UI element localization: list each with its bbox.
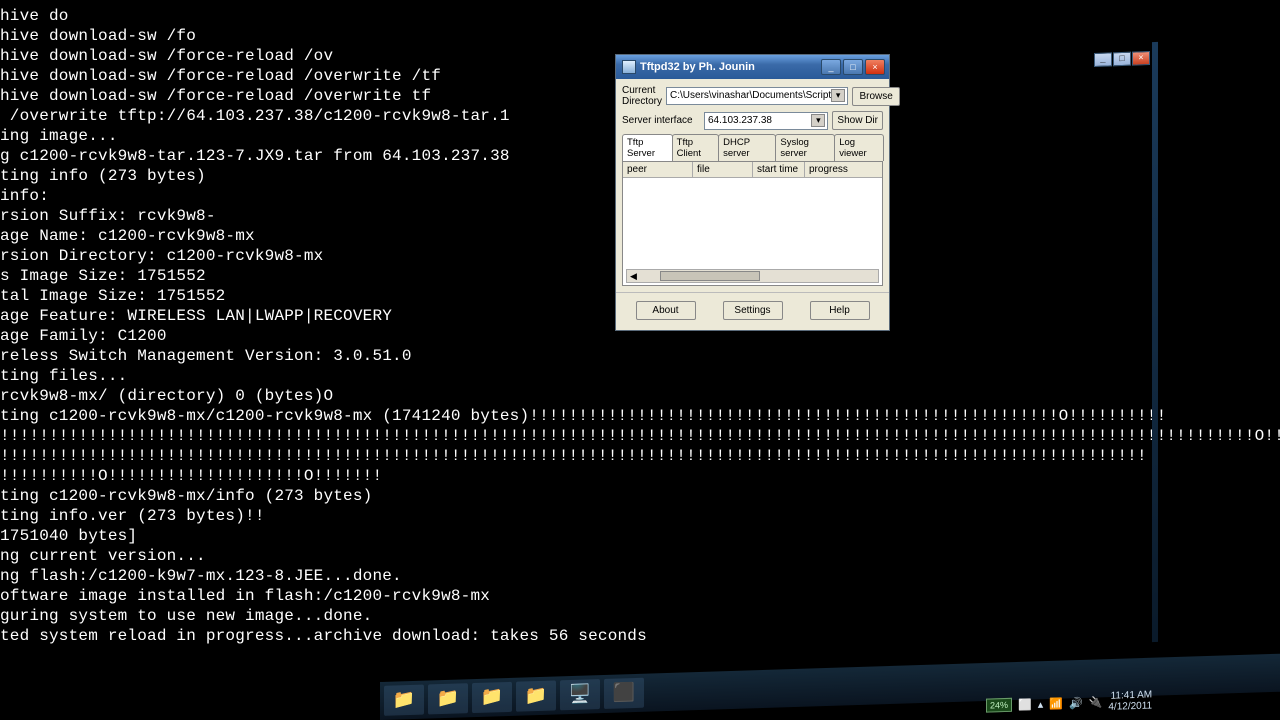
close-button[interactable]: ×: [865, 59, 885, 75]
terminal-line: reless Switch Management Version: 3.0.51…: [0, 346, 1280, 366]
minimize-button[interactable]: _: [821, 59, 841, 75]
tab-tftp-client[interactable]: Tftp Client: [672, 134, 719, 161]
terminal-line: rcvk9w8-mx/ (directory) 0 (bytes)O: [0, 386, 1280, 406]
current-directory-label: Current Directory: [622, 85, 662, 107]
tab-dhcp-server[interactable]: DHCP server: [718, 134, 776, 161]
tray-chevron-icon[interactable]: ▴: [1038, 697, 1044, 710]
clock[interactable]: 11:41 AM 4/12/2011: [1108, 689, 1152, 712]
column-headers: peer file start time progress: [623, 162, 882, 178]
network-icon[interactable]: 📶: [1049, 697, 1063, 710]
col-peer[interactable]: peer: [623, 162, 693, 177]
terminal-line: ting c1200-rcvk9w8-mx/c1200-rcvk9w8-mx (…: [0, 406, 1280, 426]
tftpd32-dialog: Tftpd32 by Ph. Jounin _ □ × Current Dire…: [615, 54, 890, 331]
terminal-line: !!!!!!!!!!!!!!!!!!!!!!!!!!!!!!!!!!!!!!!!…: [0, 426, 1280, 446]
cmd-window-controls: _ □ ×: [1094, 51, 1150, 67]
app-icon: [622, 60, 636, 74]
monitor-edge: [1152, 42, 1158, 642]
horizontal-scrollbar[interactable]: ◀: [626, 269, 879, 283]
volume-icon[interactable]: 🔊: [1069, 696, 1083, 709]
terminal-line: hive do: [0, 6, 1280, 26]
tab-syslog-server[interactable]: Syslog server: [775, 134, 835, 161]
tab-log-viewer[interactable]: Log viewer: [834, 134, 884, 161]
power-icon[interactable]: 🔌: [1089, 695, 1103, 708]
about-button[interactable]: About: [636, 301, 696, 320]
taskbar-icon-folder-2[interactable]: 📁: [472, 682, 512, 713]
terminal-line: ting c1200-rcvk9w8-mx/info (273 bytes): [0, 486, 1280, 506]
maximize-button[interactable]: □: [843, 59, 863, 75]
dialog-titlebar[interactable]: Tftpd32 by Ph. Jounin _ □ ×: [616, 55, 889, 79]
taskbar-icon-tftpd[interactable]: ⬛: [604, 678, 644, 709]
tray-icon[interactable]: ⬜: [1018, 698, 1032, 711]
terminal-line: ng flash:/c1200-k9w7-mx.123-8.JEE...done…: [0, 566, 1280, 586]
terminal-line: oftware image installed in flash:/c1200-…: [0, 586, 1280, 606]
browse-button[interactable]: Browse: [852, 87, 900, 106]
tftp-server-panel: peer file start time progress ◀: [622, 161, 883, 286]
dialog-title: Tftpd32 by Ph. Jounin: [640, 61, 821, 73]
system-tray[interactable]: 24% ⬜ ▴ 📶 🔊 🔌 11:41 AM 4/12/2011: [986, 689, 1152, 716]
terminal-line: ting info.ver (273 bytes)!!: [0, 506, 1280, 526]
col-file[interactable]: file: [693, 162, 753, 177]
server-interface-label: Server interface: [622, 115, 700, 126]
terminal-line: !!!!!!!!!!O!!!!!!!!!!!!!!!!!!!!O!!!!!!!: [0, 466, 1280, 486]
tab-bar: Tftp Server Tftp Client DHCP server Sysl…: [622, 134, 883, 161]
current-directory-combo[interactable]: C:\Users\vinashar\Documents\Script: [666, 87, 848, 105]
cmd-maximize-button[interactable]: □: [1113, 52, 1131, 67]
tab-tftp-server[interactable]: Tftp Server: [622, 134, 673, 161]
terminal-line: hive download-sw /fo: [0, 26, 1280, 46]
terminal-line: 1751040 bytes]: [0, 526, 1280, 546]
terminal-line: ng current version...: [0, 546, 1280, 566]
taskbar-icon-folder-3[interactable]: 📁: [516, 680, 556, 711]
cmd-close-button[interactable]: ×: [1132, 51, 1150, 66]
col-start-time[interactable]: start time: [753, 162, 805, 177]
terminal-line: !!!!!!!!!!!!!!!!!!!!!!!!!!!!!!!!!!!!!!!!…: [0, 446, 1280, 466]
settings-button[interactable]: Settings: [723, 301, 783, 320]
terminal-line: guring system to use new image...done.: [0, 606, 1280, 626]
taskbar-icon-folder[interactable]: 📁: [428, 683, 468, 714]
col-progress[interactable]: progress: [805, 162, 882, 177]
scrollbar-thumb[interactable]: [660, 271, 760, 281]
show-dir-button[interactable]: Show Dir: [832, 111, 883, 130]
taskbar-icon-app[interactable]: 🖥️: [560, 679, 600, 710]
terminal-line: ted system reload in progress...archive …: [0, 626, 1280, 646]
terminal-line: ting files...: [0, 366, 1280, 386]
cmd-minimize-button[interactable]: _: [1094, 52, 1112, 67]
taskbar-icon-explorer[interactable]: 📁: [384, 685, 424, 716]
server-interface-combo[interactable]: 64.103.237.38: [704, 112, 828, 130]
battery-indicator[interactable]: 24%: [986, 698, 1012, 713]
help-button[interactable]: Help: [810, 301, 870, 320]
